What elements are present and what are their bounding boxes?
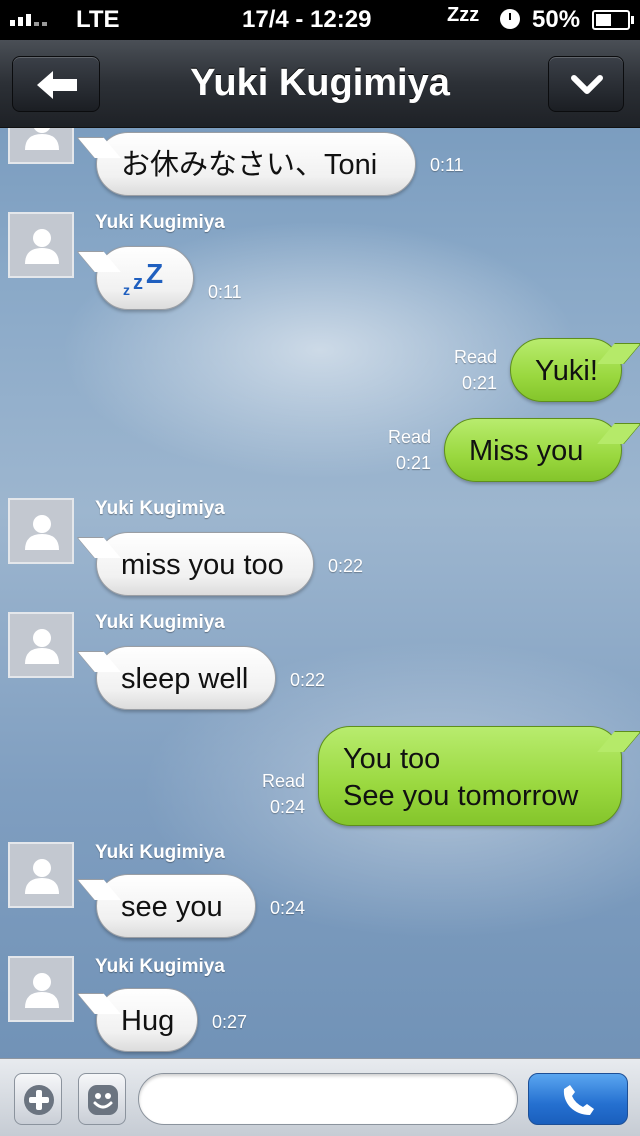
navigation-bar: Yuki Kugimiya [0, 40, 640, 128]
battery-icon [592, 10, 634, 30]
svg-text:Z: Z [146, 259, 163, 289]
read-receipt: Read 0:24 [245, 768, 305, 820]
message-time: 0:22 [328, 556, 364, 576]
incoming-message-bubble[interactable]: Hug [96, 988, 198, 1052]
sender-name: Yuki Kugimiya [95, 498, 225, 519]
incoming-message-bubble[interactable]: sleep well [96, 646, 276, 710]
menu-dropdown-button[interactable] [548, 56, 624, 112]
battery-percentage: 50% [532, 6, 581, 33]
network-type: LTE [76, 6, 120, 33]
message-time: 0:27 [212, 1012, 248, 1032]
outgoing-message-bubble[interactable]: Yuki! [510, 338, 622, 402]
read-label: Read [453, 347, 497, 367]
incoming-message-bubble[interactable]: miss you too [96, 532, 314, 596]
message-composer [0, 1058, 640, 1136]
signal-strength-icon [10, 14, 47, 26]
add-attachment-button[interactable] [14, 1073, 62, 1125]
svg-text:z: z [133, 272, 143, 294]
read-receipt: Read 0:21 [371, 424, 431, 476]
avatar[interactable] [8, 842, 74, 908]
plus-icon [24, 1085, 54, 1115]
incoming-message-bubble[interactable]: see you [96, 874, 256, 938]
sender-name: Yuki Kugimiya [95, 612, 225, 633]
phone-icon [563, 1085, 594, 1115]
avatar[interactable] [8, 498, 74, 564]
alarm-clock-icon [500, 9, 520, 29]
back-arrow-icon [37, 71, 77, 99]
read-label: Read [261, 771, 305, 791]
read-label: Read [387, 427, 431, 447]
sender-name: Yuki Kugimiya [95, 842, 225, 863]
smiley-icon [88, 1085, 118, 1115]
back-button[interactable] [12, 56, 100, 112]
incoming-message-bubble[interactable]: お休みなさい、Toni [96, 132, 416, 196]
do-not-disturb-icon: Zzz [447, 4, 480, 26]
person-icon [25, 859, 59, 894]
sleeping-zzz-icon: z z Z [123, 259, 163, 298]
outgoing-message-bubble[interactable]: Miss you [444, 418, 622, 482]
person-icon [25, 515, 59, 550]
message-input[interactable] [138, 1073, 518, 1125]
avatar[interactable] [8, 212, 74, 278]
message-time: 0:11 [430, 155, 464, 175]
page-title: Yuki Kugimiya [190, 62, 450, 104]
sender-name: Yuki Kugimiya [95, 956, 225, 977]
message-time: 0:24 [270, 898, 306, 918]
message-time: 0:21 [395, 453, 431, 473]
read-receipt: Read 0:21 [437, 344, 497, 396]
message-time: 0:11 [208, 282, 242, 302]
person-icon [25, 973, 59, 1008]
message-line: See you tomorrow [343, 780, 579, 812]
svg-text:z: z [123, 282, 130, 298]
outgoing-message-bubble[interactable]: You too See you tomorrow [318, 726, 622, 826]
chevron-down-icon [571, 75, 603, 94]
call-button[interactable] [528, 1073, 628, 1125]
emoji-button[interactable] [78, 1073, 126, 1125]
person-icon [25, 629, 59, 664]
person-icon [25, 128, 59, 150]
avatar[interactable] [8, 612, 74, 678]
message-list[interactable]: お休みなさい、Toni 0:11 Yuki Kugimiya z z Z 0:1… [0, 128, 640, 1058]
message-time: 0:21 [461, 373, 497, 393]
message-time: 0:22 [290, 670, 326, 690]
message-time: 0:24 [269, 797, 305, 817]
avatar[interactable] [8, 956, 74, 1022]
sender-name: Yuki Kugimiya [95, 212, 225, 233]
avatar[interactable] [8, 128, 74, 164]
message-line: You too [343, 743, 441, 775]
incoming-sticker-bubble[interactable]: z z Z [96, 246, 194, 310]
status-datetime: 17/4 - 12:29 [242, 6, 372, 33]
person-icon [25, 229, 59, 264]
status-bar: LTE 17/4 - 12:29 Zzz 50% [0, 0, 640, 40]
